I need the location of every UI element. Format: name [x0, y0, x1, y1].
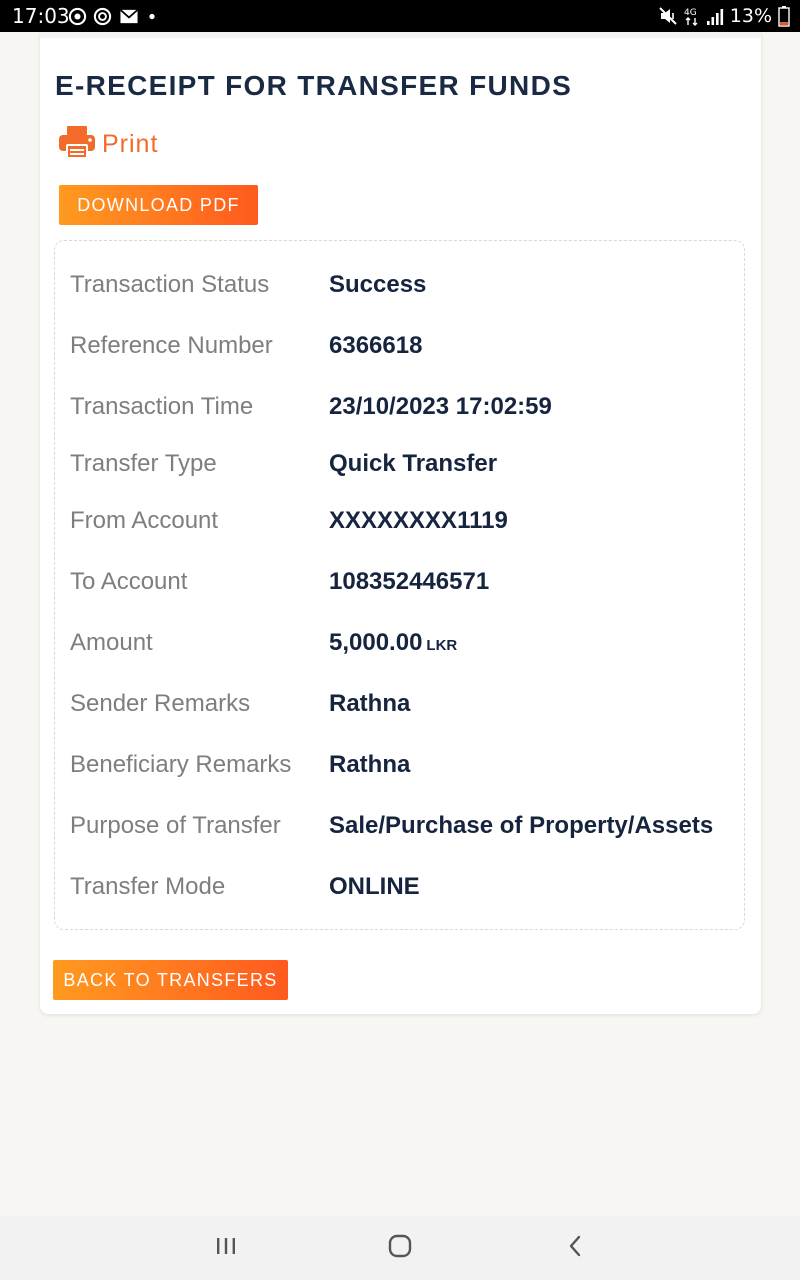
detail-label: Amount	[70, 629, 153, 656]
detail-value: 23/10/2023 17:02:59	[329, 393, 552, 420]
detail-label: To Account	[70, 568, 188, 595]
detail-value: ONLINE	[329, 873, 420, 900]
dot-icon	[146, 7, 158, 26]
back-to-transfers-button[interactable]: BACK TO TRANSFERS	[53, 960, 288, 1000]
detail-row-sender-remarks: Sender Remarks Rathna	[70, 687, 730, 721]
transaction-details: Transaction Status Success Reference Num…	[54, 240, 745, 930]
recents-button[interactable]	[196, 1228, 256, 1268]
detail-row-transaction-status: Transaction Status Success	[70, 268, 730, 302]
home-icon	[388, 1234, 412, 1263]
print-label: Print	[102, 129, 159, 158]
recents-icon	[215, 1236, 237, 1261]
printer-icon	[58, 125, 96, 164]
detail-row-amount: Amount 5,000.00 LKR	[70, 626, 730, 660]
card-top-edge	[40, 32, 761, 38]
email-icon	[118, 7, 140, 26]
detail-value: XXXXXXXX1119	[329, 507, 508, 534]
detail-label: Transfer Mode	[70, 873, 226, 900]
detail-value: 108352446571	[329, 568, 490, 595]
detail-row-transfer-mode: Transfer Mode ONLINE	[70, 870, 730, 904]
back-icon	[567, 1234, 583, 1263]
detail-row-to-account: To Account 108352446571	[70, 565, 730, 599]
amount-value: 5,000.00	[329, 629, 423, 656]
signal-icon	[706, 6, 724, 26]
currency-code: LKR	[426, 637, 458, 654]
status-right: 4G 13%	[658, 4, 790, 28]
detail-value: Rathna	[329, 751, 411, 778]
mute-icon	[658, 6, 678, 26]
notification-icons	[68, 6, 158, 26]
print-link[interactable]: Print	[58, 125, 159, 164]
whatsapp-business-icon	[93, 7, 112, 26]
svg-text:4G: 4G	[684, 8, 697, 18]
navigation-bar	[0, 1216, 800, 1280]
detail-row-purpose-of-transfer: Purpose of Transfer Sale/Purchase of Pro…	[70, 809, 730, 843]
detail-row-from-account: From Account XXXXXXXX1119	[70, 504, 730, 538]
4g-icon: 4G	[684, 5, 700, 27]
detail-row-reference-number: Reference Number 6366618	[70, 329, 730, 363]
detail-label: Reference Number	[70, 332, 273, 359]
detail-label: Transaction Status	[70, 271, 270, 298]
detail-label: Transfer Type	[70, 450, 217, 477]
back-button[interactable]	[545, 1228, 605, 1268]
battery-icon	[778, 5, 790, 27]
detail-row-transfer-type: Transfer Type Quick Transfer	[70, 447, 730, 481]
detail-row-transaction-time: Transaction Time 23/10/2023 17:02:59	[70, 390, 730, 424]
battery-percent: 13%	[729, 5, 772, 27]
detail-value: Rathna	[329, 690, 411, 717]
detail-row-beneficiary-remarks: Beneficiary Remarks Rathna	[70, 748, 730, 782]
status-bar: 17:03 4G 13%	[0, 0, 800, 32]
detail-label: Purpose of Transfer	[70, 812, 281, 839]
detail-label: Sender Remarks	[70, 690, 251, 717]
detail-label: Beneficiary Remarks	[70, 751, 292, 778]
download-pdf-button[interactable]: DOWNLOAD PDF	[59, 185, 258, 225]
status-time: 17:03	[12, 4, 70, 28]
detail-value-amount: 5,000.00 LKR	[329, 626, 457, 663]
home-button[interactable]	[370, 1228, 430, 1268]
detail-value: Quick Transfer	[329, 450, 498, 477]
detail-value: Sale/Purchase of Property/Assets	[329, 812, 714, 839]
whatsapp-icon	[68, 7, 87, 26]
detail-label: Transaction Time	[70, 393, 254, 420]
page-title: E-RECEIPT FOR TRANSFER FUNDS	[55, 70, 573, 101]
detail-value: 6366618	[329, 332, 423, 359]
detail-value: Success	[329, 271, 427, 298]
receipt-card: E-RECEIPT FOR TRANSFER FUNDS Print DOWNL…	[40, 32, 761, 1014]
detail-label: From Account	[70, 507, 219, 534]
